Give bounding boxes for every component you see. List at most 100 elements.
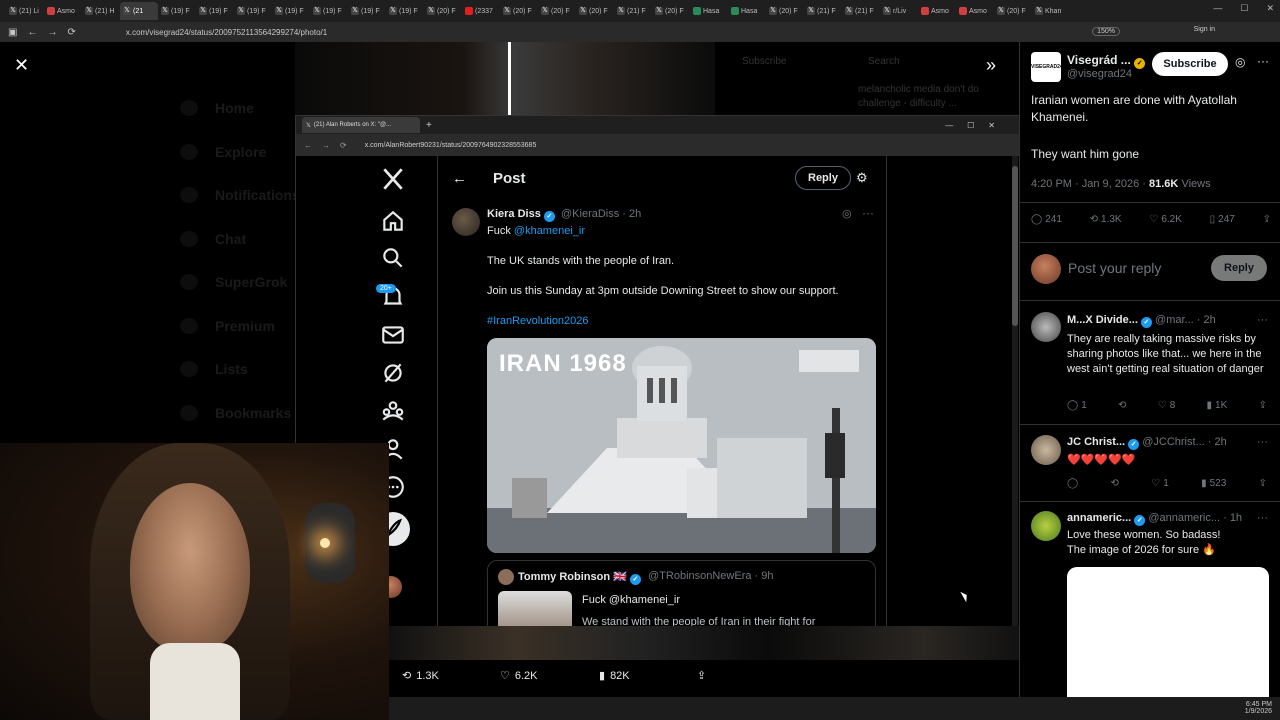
account-name[interactable]: Visegrád ... ✓ [1067, 53, 1146, 69]
home-icon[interactable] [380, 208, 406, 234]
grok-icon[interactable]: ◎ [842, 207, 852, 220]
sliders-icon[interactable]: ⚙ [856, 170, 868, 186]
bookmark-count-button[interactable]: ▯ 247 [1210, 214, 1235, 225]
more-icon[interactable]: ··· [1257, 436, 1268, 448]
repost-count-button[interactable]: ⟲ 1.3K [1090, 214, 1122, 225]
author-avatar[interactable] [452, 208, 480, 236]
more-icon[interactable]: ··· [1257, 314, 1268, 326]
reply-avatar[interactable] [1031, 435, 1061, 465]
views-button[interactable]: ▮ 82K [599, 669, 630, 683]
inner-reload-icon[interactable]: ⟳ [340, 141, 347, 150]
my-avatar[interactable] [1031, 254, 1061, 284]
inner-scrollbar[interactable] [1012, 156, 1018, 626]
post-media[interactable]: IRAN 1968 [487, 338, 876, 553]
browser-tab[interactable]: 𝕏 (21) H [82, 2, 120, 20]
browser-tab[interactable]: 𝕏 (19) F [196, 2, 234, 20]
reply-input[interactable]: Post your reply [1068, 260, 1161, 276]
reply-author[interactable]: M...X Divide... ✓ @mar... · 2h [1067, 314, 1216, 328]
subscribe-button[interactable]: Subscribe [1152, 52, 1228, 76]
browser-tab[interactable]: 𝕏 (19) F [310, 2, 348, 20]
url-input[interactable]: x.com/visegrad24/status/2009752113564299… [126, 28, 327, 37]
grok-icon[interactable] [380, 360, 406, 386]
reply-filter-button[interactable]: Reply [795, 166, 851, 190]
browser-tab[interactable]: Asmo [956, 2, 994, 20]
repost-button[interactable]: ⟲ 1.3K [402, 669, 439, 683]
account-logo[interactable]: VISEGRAD24 [1031, 52, 1063, 82]
reply-button[interactable]: Reply [1211, 255, 1267, 281]
inner-url-input[interactable]: x.com/AlanRobert90231/status/20097649023… [365, 142, 537, 149]
views-button[interactable]: ▮ 523 [1201, 478, 1226, 489]
messages-icon[interactable] [380, 322, 406, 348]
share-button[interactable]: ⇪ [1263, 214, 1271, 225]
browser-tab[interactable]: 𝕏 (20) F [424, 2, 462, 20]
reply-author[interactable]: JC Christ... ✓ @JCChrist... · 2h [1067, 436, 1227, 450]
browser-tab[interactable]: 𝕏 (19) F [272, 2, 310, 20]
quoted-post[interactable]: Tommy Robinson 🇬🇧 ✓ @TRobinsonNewEra · 9… [487, 560, 876, 626]
new-tab-icon[interactable]: + [426, 120, 432, 131]
share-button[interactable]: ⇪ [1259, 478, 1267, 489]
mention-link[interactable]: @khamenei_ir [514, 225, 585, 237]
more-icon[interactable]: ··· [862, 206, 874, 220]
browser-tab[interactable]: Asmo [44, 2, 82, 20]
repost-button[interactable]: ⟲ [1118, 400, 1126, 411]
browser-tab[interactable]: 𝕏 (21) F [804, 2, 842, 20]
like-button[interactable]: ♡ 6.2K [500, 669, 538, 683]
forward-icon[interactable]: → [47, 27, 57, 38]
browser-tab[interactable]: 𝕏 (21) Li [6, 2, 44, 20]
account-handle[interactable]: @visegrad24 [1067, 68, 1132, 80]
close-photo-icon[interactable]: ✕ [14, 55, 29, 76]
comment-button[interactable]: ◯ 1 [1067, 400, 1087, 411]
browser-tab[interactable]: Hasa [728, 2, 766, 20]
browser-tab[interactable]: 𝕏 (20) F [500, 2, 538, 20]
browser-tab[interactable]: 𝕏 (19) F [348, 2, 386, 20]
x-logo-icon[interactable] [380, 166, 406, 192]
reply-author[interactable]: annameric... ✓ @annameric... · 1h [1067, 512, 1242, 526]
back-arrow-icon[interactable]: ← [452, 170, 467, 187]
browser-tab[interactable]: 𝕏 (19) F [158, 2, 196, 20]
browser-tab[interactable]: Asmo [918, 2, 956, 20]
system-clock[interactable]: 6:45 PM 1/9/2026 [1245, 701, 1272, 715]
views-button[interactable]: ▮ 1K [1207, 400, 1228, 411]
author-name[interactable]: Kiera Diss ✓ [487, 208, 555, 222]
like-count-button[interactable]: ♡ 6.2K [1149, 214, 1182, 225]
browser-tab[interactable]: 𝕏r/Liv [880, 2, 918, 20]
browser-tab[interactable]: 𝕏 (20) F [576, 2, 614, 20]
zoom-badge[interactable]: 150% [1092, 27, 1120, 36]
communities-icon[interactable] [380, 398, 406, 424]
sign-in-button[interactable]: Sign in [1194, 26, 1215, 33]
grok-icon[interactable]: ◎ [1235, 55, 1245, 69]
author-handle[interactable]: @KieraDiss · 2h [561, 208, 641, 220]
like-button[interactable]: ♡ 1 [1151, 478, 1169, 489]
browser-tab[interactable]: 𝕏 (20) F [994, 2, 1032, 20]
expand-panel-icon[interactable]: » [986, 55, 996, 76]
reply-avatar[interactable] [1031, 511, 1061, 541]
browser-tab[interactable]: 𝕏 (20) F [652, 2, 690, 20]
maximize-icon[interactable]: ☐ [1240, 3, 1248, 14]
browser-tab[interactable]: 𝕏 (21 [120, 2, 158, 20]
reload-icon[interactable]: ⟳ [67, 27, 75, 38]
scrollbar-thumb[interactable] [1012, 166, 1018, 326]
browser-tab[interactable]: 𝕏 (21) F [614, 2, 652, 20]
browser-tab[interactable]: 𝕏 Khan [1032, 2, 1070, 20]
close-window-icon[interactable]: ✕ [1266, 3, 1274, 14]
more-icon[interactable]: ··· [1257, 512, 1268, 524]
repost-button[interactable]: ⟲ [1111, 478, 1119, 489]
reply-avatar[interactable] [1031, 312, 1061, 342]
share-button[interactable]: ⇪ [697, 669, 706, 682]
sidebar-toggle-icon[interactable]: ▣ [8, 27, 17, 38]
browser-tab[interactable]: 𝕏 (19) F [234, 2, 272, 20]
inner-forward-icon[interactable]: → [322, 141, 330, 150]
browser-tab[interactable]: 𝕏 (19) F [386, 2, 424, 20]
reply-count-button[interactable]: ◯ 241 [1031, 214, 1062, 225]
share-button[interactable]: ⇪ [1259, 400, 1267, 411]
browser-tab[interactable]: Hasa [690, 2, 728, 20]
browser-tab[interactable]: 𝕏 (20) F [766, 2, 804, 20]
browser-tab[interactable]: (2337 [462, 2, 500, 20]
inner-window-controls[interactable]: —☐✕ [945, 121, 1009, 130]
search-icon[interactable] [380, 245, 406, 271]
minimize-icon[interactable]: — [1213, 3, 1222, 14]
back-icon[interactable]: ← [27, 27, 37, 38]
inner-back-icon[interactable]: ← [304, 141, 312, 150]
browser-tab[interactable]: 𝕏 (21) F [842, 2, 880, 20]
browser-tab[interactable]: 𝕏 (20) F [538, 2, 576, 20]
